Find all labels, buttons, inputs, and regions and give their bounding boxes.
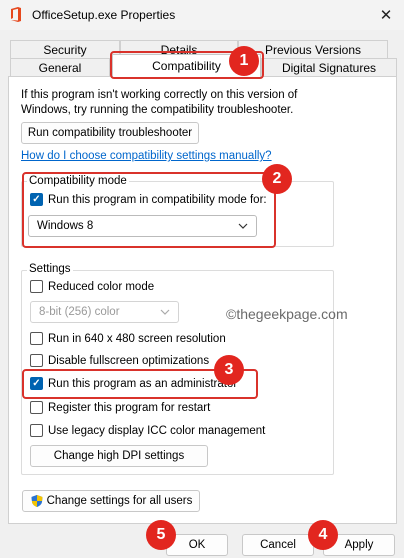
step-badge-1: 1 xyxy=(229,46,259,76)
register-restart-checkbox[interactable]: Register this program for restart xyxy=(30,401,210,414)
uac-shield-icon xyxy=(31,495,43,507)
tab-digital-signatures[interactable]: Digital Signatures xyxy=(261,58,397,76)
checkbox-icon xyxy=(30,332,43,345)
reduced-color-checkbox[interactable]: Reduced color mode xyxy=(30,280,154,293)
close-button[interactable]: ✕ xyxy=(370,2,402,28)
color-depth-select[interactable]: 8-bit (256) color xyxy=(30,301,179,323)
step-badge-5: 5 xyxy=(146,520,176,550)
tab-security[interactable]: Security xyxy=(10,40,120,58)
watermark-text: ©thegeekpage.com xyxy=(226,306,348,322)
office-app-icon xyxy=(11,7,21,22)
tab-general[interactable]: General xyxy=(10,58,110,76)
step-badge-2: 2 xyxy=(262,164,292,194)
intro-text: If this program isn't working correctly … xyxy=(21,89,298,116)
run-troubleshooter-button[interactable]: Run compatibility troubleshooter xyxy=(21,122,199,144)
high-dpi-button[interactable]: Change high DPI settings xyxy=(30,445,208,467)
help-link[interactable]: How do I choose compatibility settings m… xyxy=(21,150,272,162)
title-bar: OfficeSetup.exe Properties ✕ xyxy=(0,0,404,30)
close-icon: ✕ xyxy=(379,7,393,24)
window-title: OfficeSetup.exe Properties xyxy=(32,8,176,22)
settings-label: Settings xyxy=(27,263,73,275)
legacy-icc-checkbox[interactable]: Use legacy display ICC color management xyxy=(30,424,265,437)
run-640-checkbox[interactable]: Run in 640 x 480 screen resolution xyxy=(30,332,226,345)
step-badge-3: 3 xyxy=(214,355,244,385)
checkbox-icon xyxy=(30,354,43,367)
step-badge-4: 4 xyxy=(308,520,338,550)
cancel-button[interactable]: Cancel xyxy=(242,534,314,556)
highlight-compat-mode xyxy=(22,172,276,248)
checkbox-icon xyxy=(30,401,43,414)
disable-fullscreen-checkbox[interactable]: Disable fullscreen optimizations xyxy=(30,354,209,367)
chevron-down-icon xyxy=(160,309,170,315)
checkbox-icon xyxy=(30,424,43,437)
all-users-button[interactable]: Change settings for all users xyxy=(22,490,200,512)
checkbox-icon xyxy=(30,280,43,293)
